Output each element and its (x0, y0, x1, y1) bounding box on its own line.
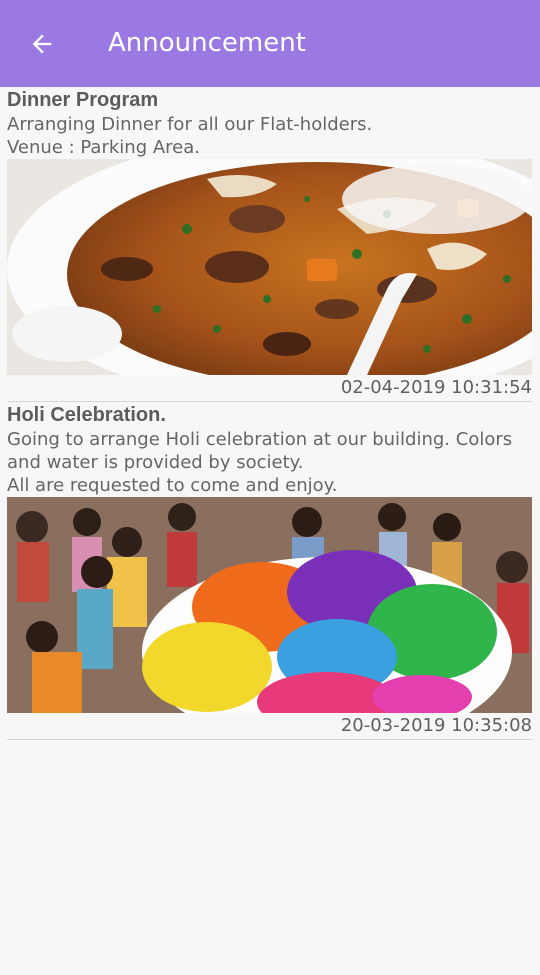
announcement-title: Dinner Program (7, 89, 159, 111)
announcement-card[interactable]: Holi Celebration. Going to arrange Holi … (7, 402, 532, 740)
soup-bowl-photo (7, 159, 532, 375)
arrow-left-icon (32, 34, 52, 54)
back-button[interactable] (24, 26, 60, 62)
holi-colors-photo (7, 497, 532, 713)
page-title: Announcement (108, 28, 306, 58)
announcement-title: Holi Celebration. (7, 404, 166, 426)
announcement-description: Going to arrange Holi celebration at our… (7, 429, 513, 496)
announcement-timestamp: 20-03-2019 10:35:08 (340, 715, 532, 736)
announcement-image (7, 497, 532, 713)
app-bar: Announcement (0, 0, 540, 87)
announcement-list: Dinner Program Arranging Dinner for all … (0, 87, 540, 740)
announcement-card[interactable]: Dinner Program Arranging Dinner for all … (7, 87, 532, 402)
announcement-description: Arranging Dinner for all our Flat-holder… (7, 114, 373, 158)
announcement-image (7, 159, 532, 375)
announcement-timestamp: 02-04-2019 10:31:54 (340, 377, 532, 398)
